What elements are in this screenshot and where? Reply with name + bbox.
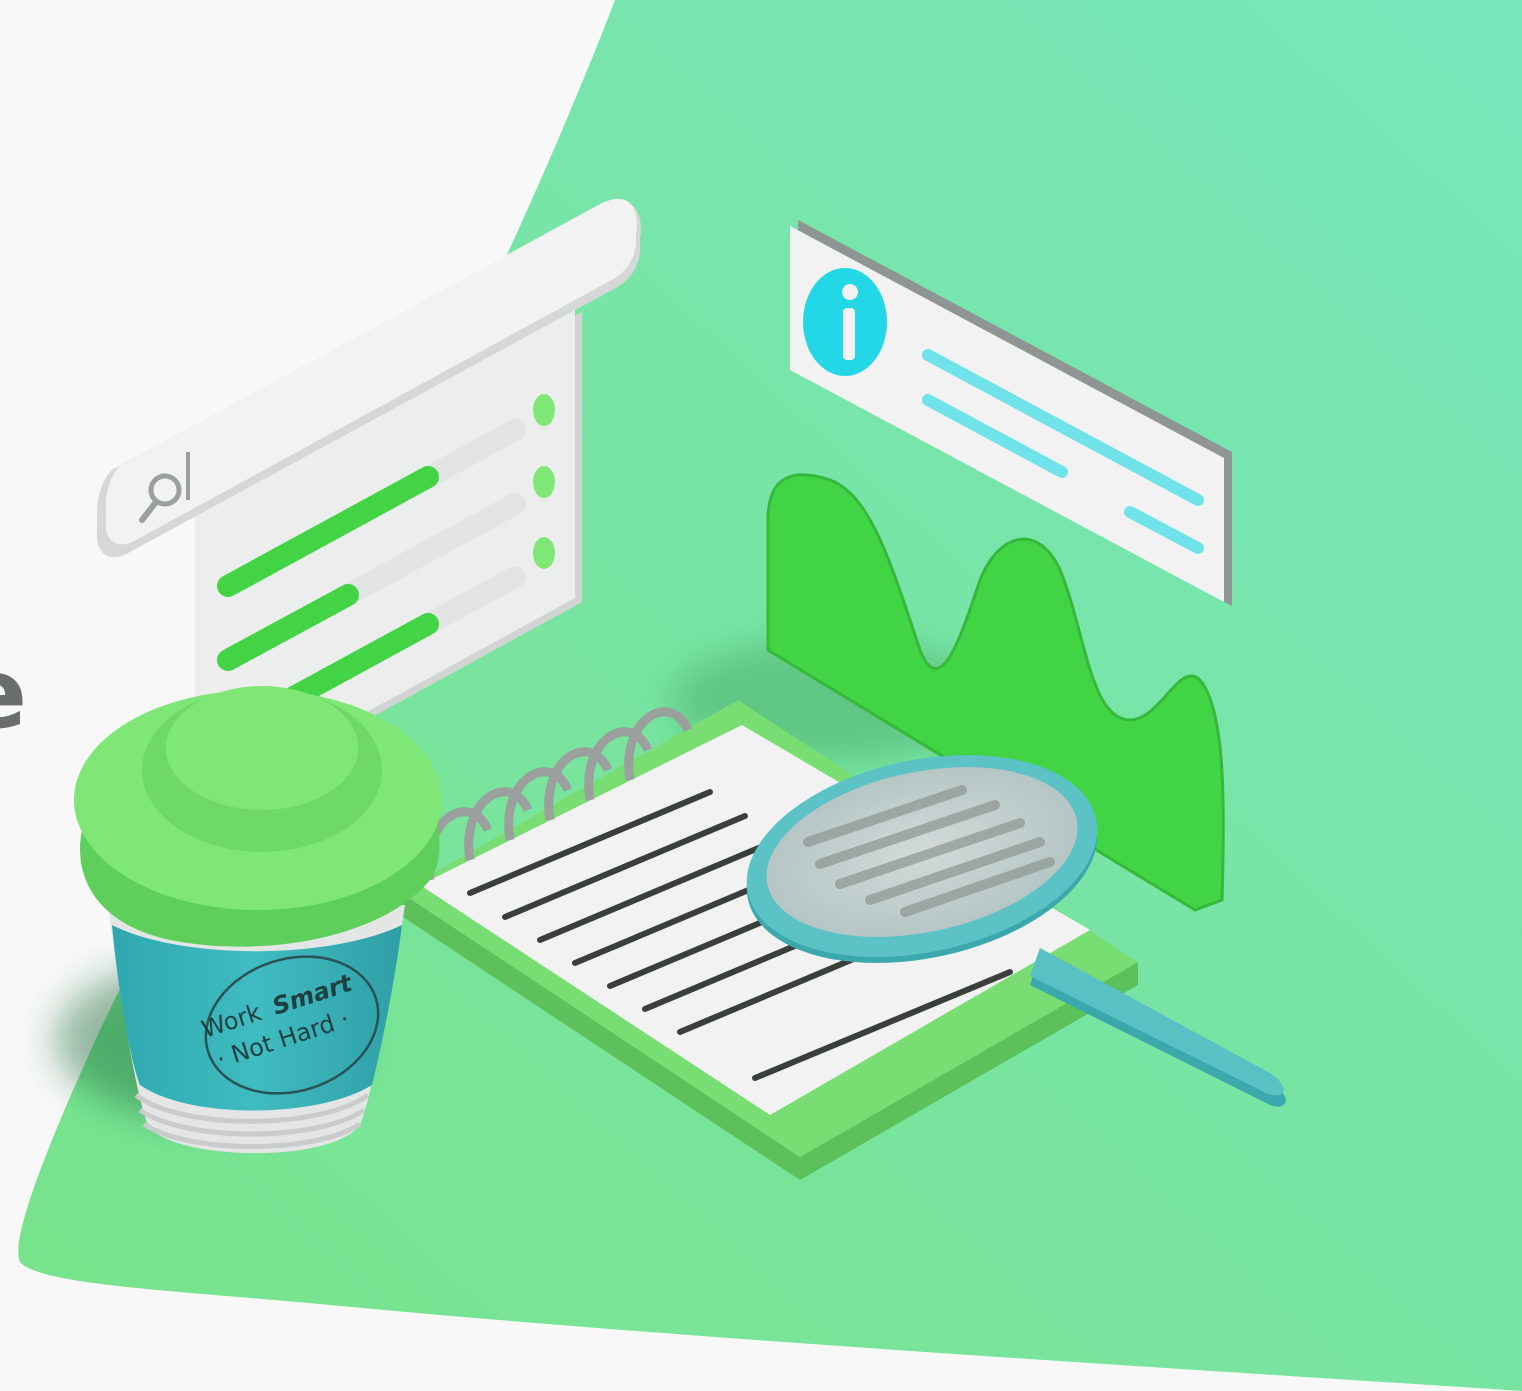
hero-illustration: , e	[0, 0, 1522, 1391]
isometric-scene: Work Smart · Not Hard ·	[18, 0, 1522, 1391]
info-icon	[803, 268, 887, 376]
